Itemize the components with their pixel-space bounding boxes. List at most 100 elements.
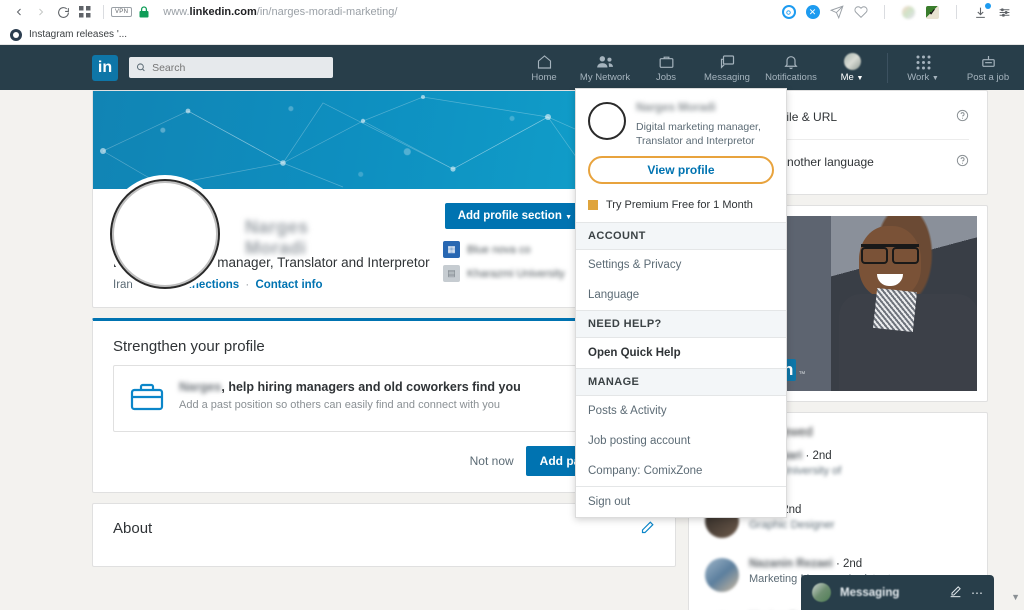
browser-actions: ✕ bbox=[781, 2, 1016, 20]
close-circle-icon[interactable]: ✕ bbox=[805, 5, 820, 20]
nav-item-me[interactable]: Me ▼ bbox=[823, 45, 881, 90]
home-icon bbox=[536, 53, 553, 70]
organization-name: Blue nova co bbox=[467, 243, 531, 256]
search-icon bbox=[136, 63, 145, 72]
messaging-bar[interactable]: Messaging ⋯ bbox=[801, 575, 994, 610]
nav-label-messaging: Messaging bbox=[704, 71, 750, 83]
search-input[interactable] bbox=[152, 61, 326, 74]
nav-item-work[interactable]: Work ▼ bbox=[894, 45, 952, 90]
messaging-label: Messaging bbox=[840, 586, 900, 599]
padlock-icon bbox=[139, 6, 149, 18]
briefcase-icon bbox=[130, 382, 164, 417]
strengthen-card-sub: Add a past position so others can easily… bbox=[179, 399, 501, 411]
url-path: /in/narges-moradi-marketing/ bbox=[256, 6, 398, 18]
nav-item-messaging[interactable]: Messaging bbox=[695, 45, 759, 90]
chevron-down-icon-add-section: ▼ bbox=[565, 214, 572, 221]
ellipsis-icon[interactable]: ⋯ bbox=[971, 586, 983, 600]
nav-label-jobs: Jobs bbox=[655, 71, 677, 83]
ad-logo-tm: ™ bbox=[798, 371, 806, 378]
chevron-down-icon-work: ▼ bbox=[931, 74, 939, 82]
strengthen-text: Narges, help hiring managers and old cow… bbox=[179, 380, 521, 411]
question-circle-icon-2[interactable] bbox=[956, 154, 969, 170]
view-profile-button[interactable]: View profile bbox=[588, 156, 774, 185]
avatar bbox=[588, 102, 626, 140]
nav-label-work: Work bbox=[907, 71, 930, 83]
dropdown-item-language[interactable]: Language bbox=[576, 280, 786, 310]
person-name: Nazanin Rezaei bbox=[749, 558, 833, 570]
back-arrow-icon[interactable] bbox=[8, 1, 30, 23]
dropdown-item-settings-privacy[interactable]: Settings & Privacy bbox=[576, 250, 786, 280]
dropdown-item-posts-activity[interactable]: Posts & Activity bbox=[576, 396, 786, 426]
apps-grid-icon[interactable] bbox=[74, 1, 96, 23]
dropdown-user-headline: Digital marketing manager, Translator an… bbox=[636, 121, 761, 148]
bookmarks-bar: Instagram releases '... bbox=[0, 24, 1024, 45]
dropdown-profile-summary[interactable]: Narges Moradi Digital marketing manager,… bbox=[576, 89, 786, 156]
menu-icon[interactable] bbox=[997, 5, 1012, 20]
address-bar[interactable]: www.linkedin.com/in/narges-moradi-market… bbox=[163, 6, 781, 18]
grid-icon bbox=[916, 53, 931, 70]
try-premium-label: Try Premium Free for 1 Month bbox=[606, 199, 753, 212]
url-domain: linkedin.com bbox=[189, 6, 257, 18]
search-box[interactable] bbox=[129, 57, 333, 78]
question-circle-icon[interactable] bbox=[956, 109, 969, 125]
not-now-button[interactable]: Not now bbox=[470, 454, 514, 468]
person-sub: Graphic Designer bbox=[749, 519, 835, 531]
me-dropdown-menu: Narges Moradi Digital marketing manager,… bbox=[575, 88, 787, 519]
dropdown-header-need-help: NEED HELP? bbox=[576, 310, 786, 339]
scroll-down-chevron-icon[interactable]: ▼ bbox=[1011, 592, 1020, 602]
linkedin-navbar: in Home My Network Jobs bbox=[0, 45, 1024, 100]
browser-toolbar: VPN www.linkedin.com/in/narges-moradi-ma… bbox=[0, 0, 1024, 24]
dropdown-header-manage: MANAGE bbox=[576, 368, 786, 397]
download-icon[interactable] bbox=[973, 2, 991, 20]
dropdown-item-company[interactable]: Company: ComixZone bbox=[576, 456, 786, 486]
actions-divider bbox=[884, 5, 885, 19]
contact-info-link[interactable]: Contact info bbox=[255, 279, 322, 291]
pencil-icon[interactable] bbox=[640, 520, 655, 540]
avatar bbox=[705, 558, 739, 592]
person-degree: · 2nd bbox=[835, 558, 863, 570]
reload-icon[interactable] bbox=[52, 1, 74, 23]
vpn-indicator[interactable]: VPN bbox=[111, 7, 133, 17]
instagram-icon[interactable] bbox=[781, 5, 796, 20]
nav-item-notifications[interactable]: Notifications bbox=[759, 45, 823, 90]
profile-avatar-icon[interactable] bbox=[901, 5, 916, 20]
dropdown-item-open-quick-help[interactable]: Open Quick Help bbox=[576, 338, 786, 368]
ad-person-photo bbox=[831, 216, 977, 391]
dropdown-item-job-posting-account[interactable]: Job posting account bbox=[576, 426, 786, 456]
nav-item-jobs[interactable]: Jobs bbox=[637, 45, 695, 90]
bookmark-item[interactable]: Instagram releases '... bbox=[29, 29, 127, 40]
forward-arrow-icon[interactable] bbox=[30, 1, 52, 23]
try-premium-item[interactable]: Try Premium Free for 1 Month bbox=[576, 194, 786, 222]
nav-label-my-network: My Network bbox=[579, 71, 631, 83]
person-degree: · 2nd bbox=[805, 450, 832, 462]
avatar bbox=[812, 583, 831, 602]
actions-divider-2 bbox=[956, 5, 957, 19]
strengthen-inner-card: Narges, help hiring managers and old cow… bbox=[113, 365, 655, 432]
nav-items: Home My Network Jobs Messaging Notificat… bbox=[515, 45, 1024, 90]
toolbar-divider bbox=[103, 5, 104, 19]
company-logo-icon: ▦ bbox=[443, 241, 460, 258]
screen-root: VPN www.linkedin.com/in/narges-moradi-ma… bbox=[0, 0, 1024, 610]
strengthen-card-title: , help hiring managers and old coworkers… bbox=[221, 380, 521, 394]
heart-icon[interactable] bbox=[853, 5, 868, 20]
bell-icon bbox=[783, 53, 799, 70]
add-profile-section-button[interactable]: Add profile section ▼ bbox=[444, 203, 585, 229]
briefcase-icon bbox=[658, 53, 675, 70]
nav-label-post-a-job: Post a job bbox=[966, 71, 1010, 83]
nav-item-my-network[interactable]: My Network bbox=[573, 45, 637, 90]
profile-photo[interactable] bbox=[110, 179, 220, 289]
nav-item-post-a-job[interactable]: Post a job bbox=[952, 45, 1024, 90]
extension-icon[interactable] bbox=[925, 5, 940, 20]
dropdown-item-sign-out[interactable]: Sign out bbox=[576, 487, 786, 517]
school-logo-icon: ▤ bbox=[443, 265, 460, 282]
send-icon[interactable] bbox=[829, 5, 844, 20]
nav-divider bbox=[887, 52, 888, 83]
profile-name: Narges Moradi bbox=[245, 217, 309, 258]
instagram-bookmark-icon bbox=[10, 28, 22, 41]
dropdown-user-name: Narges Moradi bbox=[636, 102, 716, 114]
compose-icon[interactable] bbox=[949, 585, 962, 601]
nav-item-home[interactable]: Home bbox=[515, 45, 573, 90]
nav-label-home: Home bbox=[531, 71, 557, 83]
avatar-icon bbox=[843, 52, 861, 70]
linkedin-logo-icon[interactable]: in bbox=[92, 54, 118, 81]
